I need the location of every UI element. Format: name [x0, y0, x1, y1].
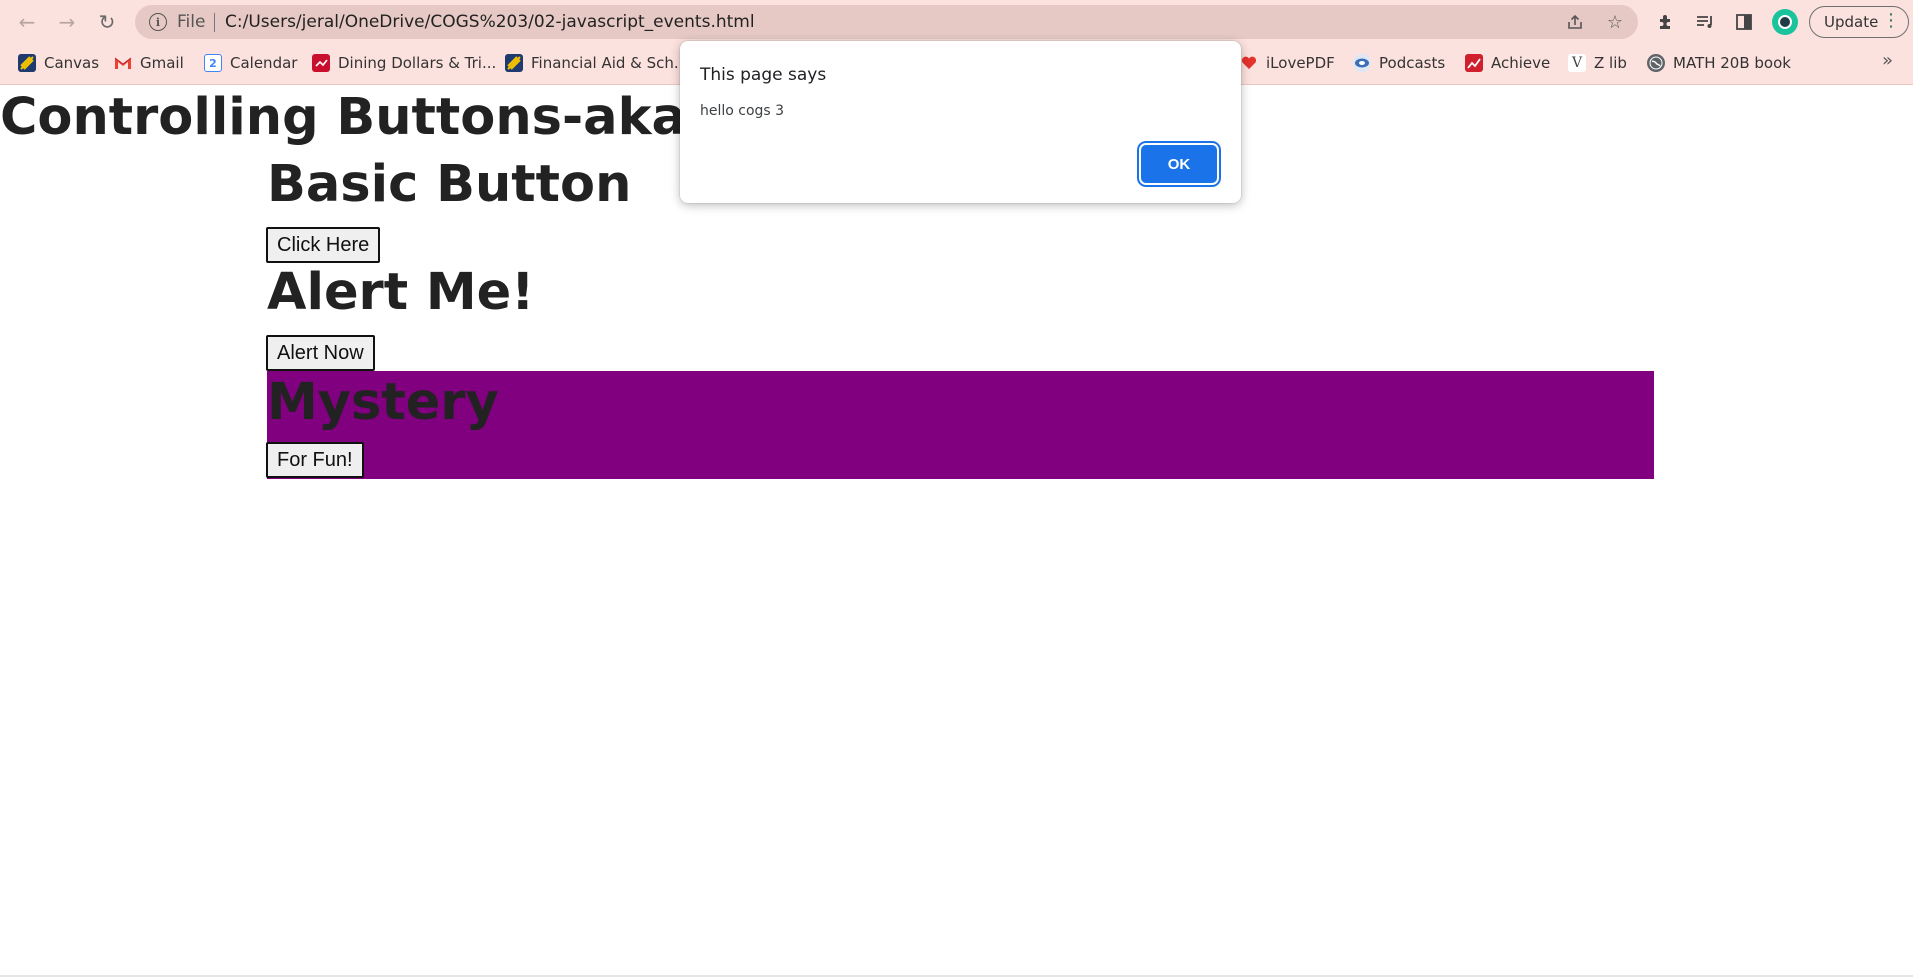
profile-avatar[interactable]	[1772, 9, 1798, 35]
section-heading-mystery: Mystery	[267, 373, 499, 432]
bookmark-math-20b[interactable]: MATH 20B book	[1647, 52, 1791, 74]
side-panel-icon[interactable]	[1732, 10, 1756, 34]
mystery-section: Mystery For Fun!	[266, 371, 1654, 479]
bookmark-podcasts[interactable]: Podcasts	[1353, 52, 1445, 74]
reading-list-icon[interactable]	[1693, 10, 1717, 34]
achieve-icon	[1465, 54, 1483, 72]
bookmark-dining-dollars[interactable]: Dining Dollars & Tri...	[312, 52, 496, 74]
bookmark-label: MATH 20B book	[1673, 54, 1791, 72]
update-label: Update	[1824, 13, 1879, 31]
bookmark-ilovepdf[interactable]: iLovePDF	[1240, 52, 1335, 74]
site-info-icon[interactable]: i	[149, 13, 167, 31]
bookmark-label: Gmail	[140, 54, 184, 72]
for-fun-button[interactable]: For Fun!	[266, 442, 364, 478]
back-icon[interactable]: ←	[14, 9, 40, 35]
avatar-image	[1778, 15, 1792, 29]
bookmark-financial-aid[interactable]: Financial Aid & Sch...	[505, 52, 688, 74]
bookmark-label: Achieve	[1491, 54, 1551, 72]
bookmark-zlib[interactable]: V Z lib	[1568, 52, 1627, 74]
bookmark-calendar[interactable]: 2 Calendar	[204, 52, 297, 74]
share-icon[interactable]	[1564, 11, 1586, 33]
bookmark-label: Financial Aid & Sch...	[531, 54, 689, 72]
bookmark-label: Podcasts	[1379, 54, 1446, 72]
bookmark-achieve[interactable]: Achieve	[1465, 52, 1550, 74]
extensions-icon[interactable]	[1654, 10, 1678, 34]
alert-now-button[interactable]: Alert Now	[266, 335, 375, 371]
scheme-label: File	[177, 12, 206, 32]
address-bar[interactable]: i File C:/Users/jeral/OneDrive/COGS%203/…	[135, 5, 1638, 39]
dining-icon	[312, 54, 330, 72]
bookmark-star-icon[interactable]: ☆	[1604, 11, 1626, 33]
menu-dots-icon[interactable]: ⋮	[1882, 12, 1900, 30]
update-button[interactable]: Update ⋮	[1809, 6, 1909, 38]
alert-dialog: This page says hello cogs 3 OK	[680, 41, 1241, 203]
reload-icon[interactable]: ↻	[94, 9, 120, 35]
bookmark-label: Canvas	[44, 54, 100, 72]
section-heading-alert: Alert Me!	[267, 263, 535, 322]
bookmark-canvas[interactable]: Canvas	[18, 52, 99, 74]
address-separator	[214, 13, 215, 32]
click-here-button[interactable]: Click Here	[266, 227, 381, 263]
forward-icon[interactable]: →	[54, 9, 80, 35]
bookmark-gmail[interactable]: Gmail	[114, 52, 184, 74]
section-heading-basic: Basic Button	[267, 155, 632, 214]
url-text[interactable]: C:/Users/jeral/OneDrive/COGS%203/02-java…	[225, 12, 755, 32]
financial-aid-icon	[505, 54, 523, 72]
bookmark-label: Dining Dollars & Tri...	[338, 54, 497, 72]
dialog-title: This page says	[700, 65, 827, 85]
canvas-icon	[18, 54, 36, 72]
browser-toolbar: ← → ↻ i File C:/Users/jeral/OneDrive/COG…	[0, 0, 1913, 44]
zlib-icon: V	[1568, 54, 1586, 72]
bookmark-label: Calendar	[230, 54, 298, 72]
bookmark-label: Z lib	[1594, 54, 1627, 72]
globe-icon	[1647, 54, 1665, 72]
dialog-message: hello cogs 3	[700, 103, 785, 119]
calendar-icon: 2	[204, 54, 222, 72]
gmail-icon	[114, 54, 132, 72]
ilovepdf-icon	[1240, 54, 1258, 72]
bookmark-label: iLovePDF	[1266, 54, 1335, 72]
podcasts-icon	[1353, 54, 1371, 72]
ok-button[interactable]: OK	[1141, 145, 1217, 183]
chevron-more-icon[interactable]: »	[1882, 50, 1893, 71]
